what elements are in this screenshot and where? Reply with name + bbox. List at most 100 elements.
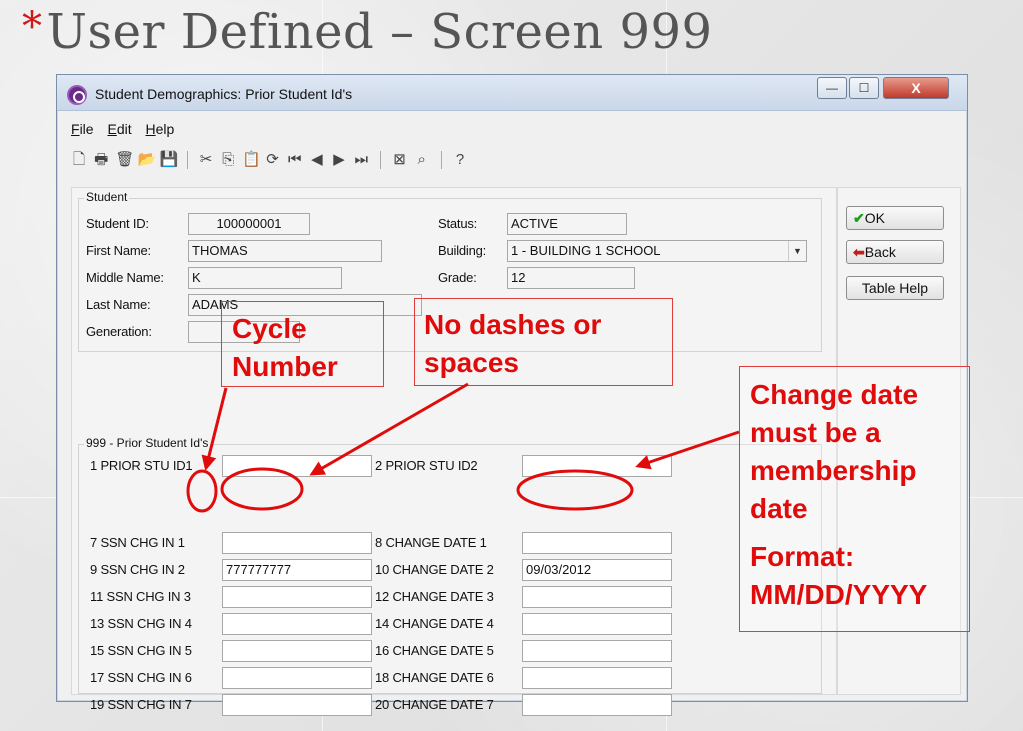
menu-edit-accel: E bbox=[107, 121, 117, 137]
prior-row-left-field[interactable] bbox=[222, 694, 372, 716]
grade-label: Grade: bbox=[438, 270, 477, 285]
callout-line: date bbox=[750, 493, 808, 524]
chevron-down-icon[interactable]: ▼ bbox=[788, 241, 806, 261]
callout-line: membership bbox=[750, 455, 917, 486]
last-name-label: Last Name: bbox=[86, 297, 151, 312]
status-field[interactable]: ACTIVE bbox=[507, 213, 627, 235]
prior-row-right-label: 16 CHANGE DATE 5 bbox=[375, 643, 494, 658]
window-titlebar[interactable]: Student Demographics: Prior Student Id's… bbox=[57, 75, 967, 111]
attach-icon[interactable]: ⌕ bbox=[414, 151, 430, 168]
next-record-icon[interactable]: ▶ bbox=[331, 150, 347, 168]
menu-file-accel: F bbox=[71, 121, 80, 137]
window-title: Student Demographics: Prior Student Id's bbox=[95, 86, 353, 102]
no-dashes-callout: No dashes or spaces bbox=[424, 306, 601, 382]
slide-title-text: User Defined – Screen 999 bbox=[46, 4, 713, 60]
prior-row-right-label: 2 PRIOR STU ID2 bbox=[375, 458, 478, 473]
app-icon bbox=[67, 85, 87, 105]
prior-row-left-label: 11 SSN CHG IN 3 bbox=[90, 589, 191, 604]
generation-label: Generation: bbox=[86, 324, 152, 339]
callout-line: No dashes or bbox=[424, 309, 602, 340]
prior-row-right-label: 20 CHANGE DATE 7 bbox=[375, 697, 494, 712]
title-bullet: * bbox=[22, 4, 43, 50]
grade-field[interactable]: 12 bbox=[507, 267, 635, 289]
first-name-field[interactable]: THOMAS bbox=[188, 240, 382, 262]
grid-icon[interactable]: ⊠ bbox=[392, 150, 408, 168]
table-help-button[interactable]: Table Help bbox=[846, 276, 944, 300]
menu-file[interactable]: File bbox=[71, 121, 94, 137]
prior-row-left-field[interactable]: 777777777 bbox=[222, 559, 372, 581]
ok-button[interactable]: ✔OK bbox=[846, 206, 944, 230]
prior-row-right-label: 8 CHANGE DATE 1 bbox=[375, 535, 487, 550]
toolbar-separator bbox=[440, 151, 443, 170]
prior-row-right-field[interactable] bbox=[522, 455, 672, 477]
cycle-number-callout: Cycle Number bbox=[232, 310, 338, 386]
prior-row-left-label: 15 SSN CHG IN 5 bbox=[90, 643, 192, 658]
copy-icon[interactable]: ⎘ bbox=[220, 151, 236, 168]
menu-bar: File Edit Help bbox=[71, 121, 184, 137]
middle-name-field[interactable]: K bbox=[188, 267, 342, 289]
toolbar-separator bbox=[186, 151, 189, 170]
menu-edit-rest: dit bbox=[116, 121, 132, 137]
paste-icon[interactable]: 📋 bbox=[242, 150, 261, 168]
prior-row-left-label: 13 SSN CHG IN 4 bbox=[90, 616, 192, 631]
refresh-icon[interactable]: ⟳ bbox=[265, 150, 281, 168]
ok-button-label: OK bbox=[864, 210, 885, 226]
menu-help-rest: elp bbox=[155, 121, 175, 137]
prior-row-left-field[interactable] bbox=[222, 667, 372, 689]
save-icon[interactable]: 💾 bbox=[160, 150, 179, 168]
prior-row-left-label: 7 SSN CHG IN 1 bbox=[90, 535, 185, 550]
maximize-button[interactable]: ☐ bbox=[849, 77, 879, 99]
callout-line: Change date bbox=[750, 379, 919, 410]
menu-help[interactable]: Help bbox=[146, 121, 175, 137]
close-button[interactable]: X bbox=[883, 77, 949, 99]
prior-row-left-field[interactable] bbox=[222, 586, 372, 608]
prior-row-right-field[interactable]: 09/03/2012 bbox=[522, 559, 672, 581]
prior-row-right-field[interactable] bbox=[522, 532, 672, 554]
building-dropdown[interactable]: 1 - BUILDING 1 SCHOOL ▼ bbox=[507, 240, 807, 262]
middle-name-label: Middle Name: bbox=[86, 270, 164, 285]
new-icon[interactable]: 🗋 bbox=[71, 149, 87, 174]
prior-row-left-label: 17 SSN CHG IN 6 bbox=[90, 670, 192, 685]
prior-row-right-field[interactable] bbox=[522, 586, 672, 608]
prior-row-right-field[interactable] bbox=[522, 667, 672, 689]
back-button[interactable]: ⬅Back bbox=[846, 240, 944, 264]
prior-row-right-field[interactable] bbox=[522, 694, 672, 716]
prior-row-left-label: 1 PRIOR STU ID1 bbox=[90, 458, 193, 473]
open-icon[interactable]: 📂 bbox=[138, 150, 157, 168]
prior-row-right-label: 18 CHANGE DATE 6 bbox=[375, 670, 494, 685]
prior-row-left-field[interactable] bbox=[222, 640, 372, 662]
main-panel: Student Student ID: 100000001 First Name… bbox=[71, 187, 837, 716]
back-arrow-icon: ⬅ bbox=[853, 244, 865, 260]
delete-icon[interactable]: 🗑 bbox=[115, 150, 134, 168]
prior-row-left-field[interactable] bbox=[222, 532, 372, 554]
toolbar-separator bbox=[380, 151, 382, 170]
callout-line: must be a bbox=[750, 417, 881, 448]
student-group-label: Student bbox=[84, 190, 130, 204]
first-record-icon[interactable]: ⏮ bbox=[287, 151, 303, 168]
prior-row-right-label: 14 CHANGE DATE 4 bbox=[375, 616, 494, 631]
student-id-label: Student ID: bbox=[86, 216, 149, 231]
prev-record-icon[interactable]: ◀ bbox=[309, 150, 325, 168]
slide-title: *User Defined – Screen 999 bbox=[22, 4, 713, 68]
back-button-label: Back bbox=[864, 244, 896, 260]
prior-row-left-field[interactable] bbox=[222, 613, 372, 635]
menu-edit[interactable]: Edit bbox=[107, 121, 131, 137]
help-pointer-icon[interactable]: ? bbox=[452, 151, 468, 168]
first-name-label: First Name: bbox=[86, 243, 151, 258]
prior-row-left-field[interactable] bbox=[222, 455, 372, 477]
prior-row-right-field[interactable] bbox=[522, 613, 672, 635]
callout-line: Cycle bbox=[232, 313, 307, 344]
print-icon[interactable]: 🖶 bbox=[93, 149, 109, 174]
menu-file-rest: ile bbox=[79, 121, 94, 137]
minimize-button[interactable]: — bbox=[817, 77, 847, 99]
prior-row-left-label: 19 SSN CHG IN 7 bbox=[90, 697, 192, 712]
last-record-icon[interactable]: ⏭ bbox=[353, 151, 369, 168]
prior-row-right-field[interactable] bbox=[522, 640, 672, 662]
cut-icon[interactable]: ✂ bbox=[198, 150, 214, 168]
status-label: Status: bbox=[438, 216, 478, 231]
menu-help-accel: H bbox=[145, 121, 156, 137]
prior-ids-group-label: 999 - Prior Student Id's bbox=[84, 436, 211, 450]
prior-row-right-label: 12 CHANGE DATE 3 bbox=[375, 589, 494, 604]
callout-line: Format: bbox=[750, 541, 855, 572]
student-id-field[interactable]: 100000001 bbox=[188, 213, 310, 235]
